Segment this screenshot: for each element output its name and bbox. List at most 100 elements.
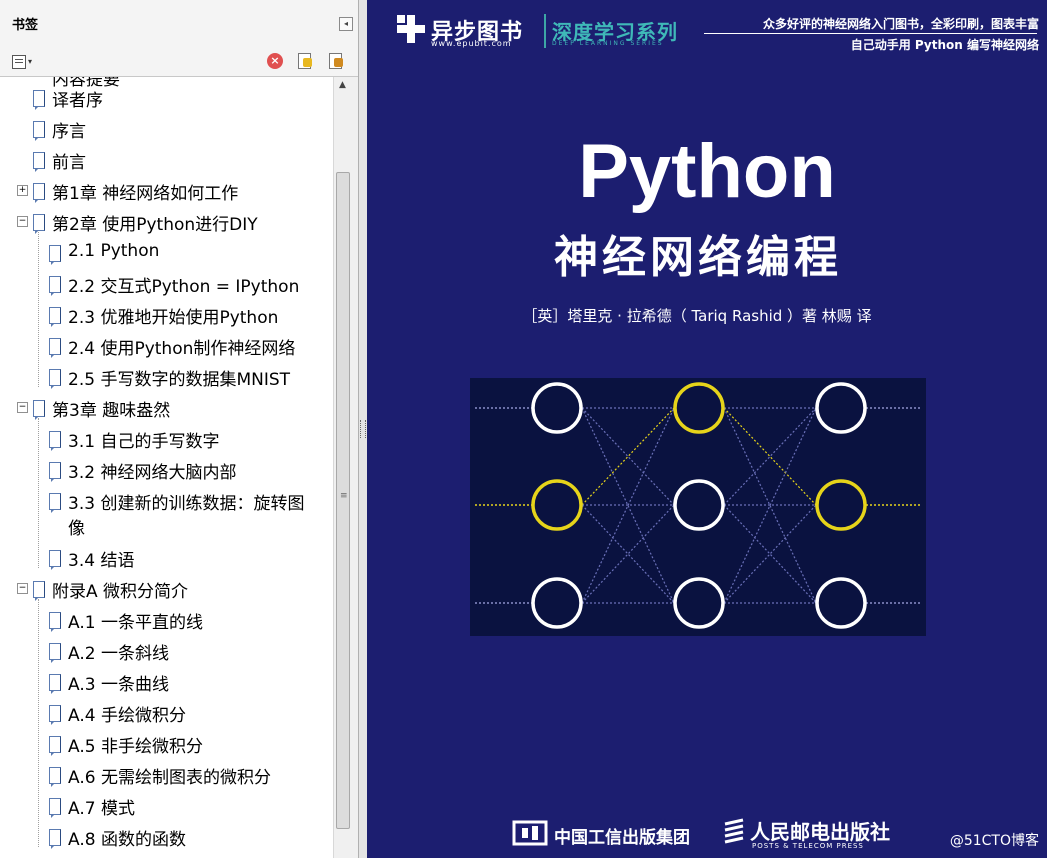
tree-guide-line <box>38 418 39 568</box>
bookmark-label: A.8 函数的函数 <box>68 830 186 850</box>
cnic-logo-icon <box>512 820 548 846</box>
bookmark-label: 2.1 Python <box>68 241 160 261</box>
publisher-url: www.epubit.com <box>431 39 512 48</box>
bookmark-label: 3.2 神经网络大脑内部 <box>68 463 237 483</box>
new-bookmark-icon[interactable] <box>297 52 313 70</box>
bookmarks-panel: 书签 ◂ ▾ × 内容提要 译者序 序言 前言 + 第1章 神经网络如何工作 − 第2章 使… <box>0 0 359 858</box>
bookmark-item[interactable]: A.6 无需绘制图表的微积分 <box>0 763 330 791</box>
bookmark-icon <box>49 798 61 818</box>
site-watermark: @51CTO博客 <box>949 833 1039 849</box>
network-node-input-1 <box>531 382 583 434</box>
bookmark-item[interactable]: 3.1 自己的手写数字 <box>0 427 330 455</box>
bookmark-item[interactable]: 2.4 使用Python制作神经网络 <box>0 334 330 362</box>
logo-divider <box>544 14 546 48</box>
bookmark-item[interactable]: − 附录A 微积分简介 <box>0 577 330 605</box>
bookmark-scrollbar[interactable]: ▲ ≡ <box>333 77 351 858</box>
bookmark-label: 3.3 创建新的训练数据：旋转图 <box>68 494 305 514</box>
bookmark-item[interactable]: 3.3 创建新的训练数据：旋转图像 <box>0 489 330 539</box>
epubit-logo-icon <box>397 15 425 43</box>
bookmark-label: A.7 模式 <box>68 799 135 819</box>
bookmark-label-wrap: 像 <box>68 519 85 539</box>
delete-bookmark-icon[interactable]: × <box>267 53 283 69</box>
bookmark-item[interactable]: 3.2 神经网络大脑内部 <box>0 458 330 486</box>
bookmark-item[interactable]: 2.1 Python <box>0 241 330 269</box>
bookmark-item[interactable]: − 第2章 使用Python进行DIY <box>0 210 330 238</box>
bookmark-item[interactable]: 前言 <box>0 148 330 176</box>
tree-guide-line <box>38 232 39 387</box>
bookmark-item[interactable]: A.1 一条平直的线 <box>0 608 330 636</box>
bookmark-item[interactable]: 序言 <box>0 117 330 145</box>
bookmark-icon <box>49 493 61 513</box>
publisher-group-name: 中国工信出版集团 <box>554 828 690 848</box>
bookmark-label: 前言 <box>52 153 86 173</box>
bookmark-label: 译者序 <box>52 91 103 111</box>
bookmark-options-icon[interactable]: ▾ <box>12 54 36 70</box>
bookmark-item[interactable]: 3.4 结语 <box>0 546 330 574</box>
collapse-icon[interactable]: − <box>17 583 28 594</box>
bookmark-label: 2.2 交互式Python = IPython <box>68 277 300 297</box>
bookmark-label: 第3章 趣味盎然 <box>52 401 171 421</box>
book-cover-page: 异步图书 www.epubit.com 深度学习系列 DEEP LEARNING… <box>367 0 1047 858</box>
splitter-grip-icon <box>360 420 366 438</box>
bookmark-icon <box>49 369 61 389</box>
network-node-hidden-1 <box>673 382 725 434</box>
bookmark-icon <box>49 307 61 327</box>
bookmarks-title: 书签 <box>12 18 39 33</box>
bookmark-item[interactable]: A.5 非手绘微积分 <box>0 732 330 760</box>
bookmark-icon <box>49 245 61 265</box>
bookmark-item[interactable]: − 第3章 趣味盎然 <box>0 396 330 424</box>
bookmark-label: 第2章 使用Python进行DIY <box>52 215 258 235</box>
bookmark-tree: 内容提要 译者序 序言 前言 + 第1章 神经网络如何工作 − 第2章 使用Python进行… <box>0 77 333 858</box>
book-subtitle: 神经网络编程 <box>554 232 842 283</box>
bookmark-icon <box>49 338 61 358</box>
bookmark-item[interactable]: A.2 一条斜线 <box>0 639 330 667</box>
bookmark-item[interactable]: A.8 函数的函数 <box>0 825 330 853</box>
scroll-thumb[interactable]: ≡ <box>336 172 350 829</box>
tagline-secondary: 自己动手用 Python 编写神经网络 <box>850 38 1039 52</box>
network-node-output-1 <box>815 382 867 434</box>
bookmark-icon <box>49 462 61 482</box>
collapse-icon[interactable]: − <box>17 402 28 413</box>
expand-icon[interactable]: + <box>17 185 28 196</box>
bookmark-icon <box>49 643 61 663</box>
book-authors: ［英］塔里克 · 拉希德（ Tariq Rashid ）著 林赐 译 <box>522 307 872 325</box>
collapse-panel-button[interactable]: ◂ <box>339 17 353 31</box>
publisher-press-name: 人民邮电出版社 <box>750 820 890 844</box>
bookmark-item[interactable]: A.3 一条曲线 <box>0 670 330 698</box>
bookmark-label: A.5 非手绘微积分 <box>68 737 203 757</box>
bookmark-item[interactable]: 2.5 手写数字的数据集MNIST <box>0 365 330 393</box>
bookmark-icon <box>33 121 45 141</box>
bookmark-label: 2.4 使用Python制作神经网络 <box>68 339 296 359</box>
bookmark-item[interactable]: + 第1章 神经网络如何工作 <box>0 179 330 207</box>
bookmarks-toolbar: ▾ × <box>0 48 358 77</box>
scroll-grip-icon: ≡ <box>340 491 348 501</box>
bookmark-label: 2.3 优雅地开始使用Python <box>68 308 279 328</box>
network-node-output-3 <box>815 577 867 629</box>
network-node-input-3 <box>531 577 583 629</box>
scroll-up-arrow-icon[interactable]: ▲ <box>334 77 351 94</box>
network-node-hidden-3 <box>673 577 725 629</box>
series-name-en: DEEP LEARNING SERIES <box>552 40 664 47</box>
expand-bookmark-icon[interactable] <box>328 52 346 70</box>
bookmark-icon <box>49 276 61 296</box>
bookmark-item[interactable]: 译者序 <box>0 86 330 114</box>
bookmark-label: 3.1 自己的手写数字 <box>68 432 220 452</box>
bookmark-label: 附录A 微积分简介 <box>52 582 189 602</box>
collapse-icon[interactable]: − <box>17 216 28 227</box>
bookmark-icon <box>33 214 45 234</box>
bookmark-icon <box>49 550 61 570</box>
bookmark-item[interactable]: A.7 模式 <box>0 794 330 822</box>
bookmark-label: A.1 一条平直的线 <box>68 613 203 633</box>
bookmark-label: 2.5 手写数字的数据集MNIST <box>68 370 291 390</box>
bookmark-icon <box>33 581 45 601</box>
bookmark-label: 第1章 神经网络如何工作 <box>52 184 239 204</box>
bookmark-item[interactable]: 2.3 优雅地开始使用Python <box>0 303 330 331</box>
neural-network-illustration <box>470 378 926 636</box>
bookmarks-header: 书签 ◂ <box>0 0 358 49</box>
network-node-hidden-2 <box>673 479 725 531</box>
bookmark-icon <box>49 674 61 694</box>
bookmark-icon <box>33 183 45 203</box>
bookmark-item[interactable]: A.4 手绘微积分 <box>0 701 330 729</box>
tree-guide-line <box>38 599 39 847</box>
bookmark-item[interactable]: 2.2 交互式Python = IPython <box>0 272 330 300</box>
